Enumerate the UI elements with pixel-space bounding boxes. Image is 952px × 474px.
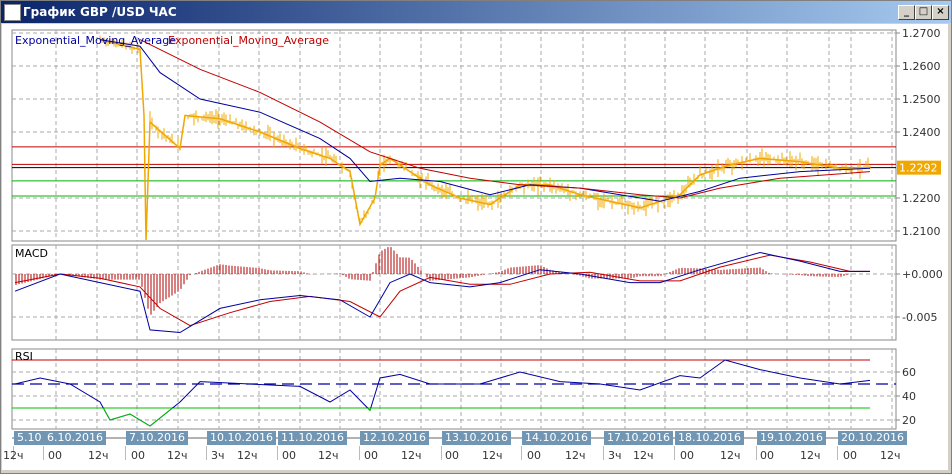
date-label: 18.10.2016 [675,431,744,445]
hour-label: 00 [760,449,774,462]
hour-label: 12ч [633,449,654,462]
chart-svg[interactable]: 1.2700 1.2600 1.2500 1.2400 1.2200 1.2100 +0.0… [0,0,952,474]
y-tick-label: 20 [902,414,916,427]
date-label: 10.10.2016 [207,431,276,445]
chart-background [2,24,948,470]
y-tick-label: 1.2500 [902,93,941,106]
date-label: 14.10.2016 [522,431,591,445]
date-tick [521,446,522,460]
date-tick [43,446,44,460]
hour-label: 12ч [565,449,586,462]
hour-label: 00 [48,449,62,462]
hour-label: 12ч [720,449,741,462]
y-tick-label: -0.005 [902,311,937,324]
legend-ema-red: Exponential_Moving_Average [168,34,329,47]
y-tick-label: 1.2400 [902,126,941,139]
hour-label: 3ч [211,449,225,462]
date-label: 5.10 [14,431,45,445]
date-tick [756,446,757,460]
y-tick-label: 1.2200 [902,192,941,205]
date-tick [674,446,675,460]
hour-label: 12ч [880,449,901,462]
hour-label: 12ч [482,449,503,462]
hour-label: 12ч [3,449,24,462]
date-tick [441,446,442,460]
date-label: 17.10.2016 [604,431,673,445]
date-tick [125,446,126,460]
current-price-label: 1.2292 [899,162,938,175]
y-tick-label: 1.2600 [902,60,941,73]
chart-area[interactable]: 1.2700 1.2600 1.2500 1.2400 1.2200 1.2100 +0.0… [0,0,952,474]
date-tick [837,446,838,460]
hour-label: 3ч [608,449,622,462]
date-tick [603,446,604,460]
hour-label: 00 [282,449,296,462]
date-label: 6.10.2016 [44,431,106,445]
y-tick-label: 40 [902,390,916,403]
y-tick-label: 60 [902,366,916,379]
hour-label: 12ч [237,449,258,462]
date-label: 7.10.2016 [126,431,188,445]
hour-label: 12ч [167,449,188,462]
date-label: 11.10.2016 [278,431,347,445]
y-tick-label: 1.2100 [902,225,941,238]
hour-label: 00 [843,449,857,462]
date-tick [359,446,360,460]
date-tick [206,446,207,460]
date-label: 13.10.2016 [442,431,511,445]
hour-label: 00 [445,449,459,462]
hour-label: 00 [680,449,694,462]
hour-label: 12ч [318,449,339,462]
date-label: 20.10.2016 [838,431,907,445]
hour-label: 00 [364,449,378,462]
date-label: 19.10.2016 [757,431,826,445]
macd-title: MACD [15,247,48,260]
hour-label: 00 [131,449,145,462]
date-label: 12.10.2016 [360,431,429,445]
hour-label: 00 [527,449,541,462]
y-tick-label: +0.000 [902,268,943,281]
legend-ema-blue: Exponential_Moving_Average [15,34,176,47]
hour-label: 12ч [88,449,109,462]
hour-label: 12ч [401,449,422,462]
rsi-title: RSI [15,350,33,363]
y-tick-label: 1.2700 [902,27,941,40]
hour-label: 12ч [800,449,821,462]
date-tick [277,446,278,460]
